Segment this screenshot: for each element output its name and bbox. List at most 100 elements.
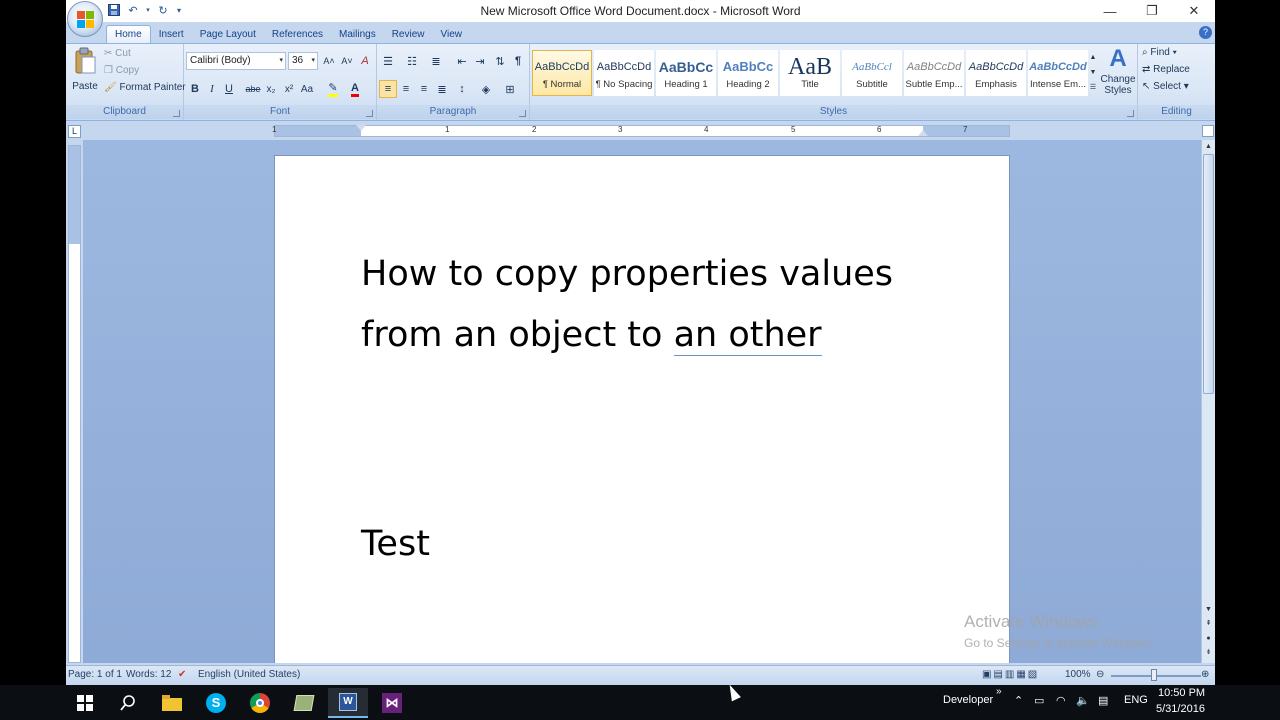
visual-studio-button[interactable]: ⋈ xyxy=(372,688,412,718)
document-page[interactable]: How to copy properties values from an ob… xyxy=(274,155,1010,663)
style-no-spacing[interactable]: AaBbCcDd ¶ No Spacing xyxy=(594,50,654,96)
multilevel-list-button[interactable]: ≣ xyxy=(427,52,445,70)
increase-indent-button[interactable]: ⇥ xyxy=(471,52,489,70)
shading-button[interactable]: ◈ xyxy=(477,80,495,98)
skype-button[interactable]: S xyxy=(196,688,236,718)
styles-scroll[interactable]: ▲ ▼ ☰ xyxy=(1088,50,1098,96)
bullets-button[interactable]: ☰ xyxy=(379,52,397,70)
volume-icon[interactable]: 🔈 xyxy=(1076,694,1090,707)
select-browse-object-icon[interactable]: ● xyxy=(1203,633,1214,645)
scroll-thumb[interactable] xyxy=(1203,154,1214,394)
replace-button[interactable]: ⇄ Replace xyxy=(1142,64,1190,75)
font-name-combo[interactable]: Calibri (Body) ▾ xyxy=(186,52,286,70)
word-taskbar-button[interactable]: W xyxy=(328,688,368,718)
italic-button[interactable]: I xyxy=(203,80,221,98)
battery-icon[interactable]: ▭ xyxy=(1034,694,1044,707)
style-title[interactable]: AaB Title xyxy=(780,50,840,96)
clear-formatting-button[interactable]: A xyxy=(356,52,374,70)
scroll-down-icon[interactable]: ▼ xyxy=(1203,604,1214,616)
tab-selector[interactable]: L xyxy=(68,125,81,138)
restore-button[interactable]: ❐ xyxy=(1131,0,1173,22)
developer-toolbar[interactable]: Developer xyxy=(943,694,993,706)
tab-page-layout[interactable]: Page Layout xyxy=(192,26,264,44)
tab-references[interactable]: References xyxy=(264,26,331,44)
paragraph-launcher-icon[interactable] xyxy=(519,110,526,117)
zoom-out-icon[interactable]: ⊖ xyxy=(1096,669,1104,680)
zoom-in-icon[interactable]: ⊕ xyxy=(1201,669,1209,680)
style-normal[interactable]: AaBbCcDd ¶ Normal xyxy=(532,50,592,96)
previous-page-icon[interactable]: ⇞ xyxy=(1203,618,1214,630)
document-test-text[interactable]: Test xyxy=(361,524,430,564)
vertical-scrollbar[interactable]: ▲ ▼ ⇞ ● ⇟ xyxy=(1201,140,1215,663)
office-button[interactable] xyxy=(67,1,103,37)
cut-button[interactable]: ✂ Cut xyxy=(104,48,131,59)
strikethrough-button[interactable]: abe xyxy=(244,80,262,98)
tab-mailings[interactable]: Mailings xyxy=(331,26,384,44)
numbering-button[interactable]: ☷ xyxy=(403,52,421,70)
select-button[interactable]: ↖ Select ▾ xyxy=(1142,81,1189,92)
chrome-button[interactable] xyxy=(240,688,280,718)
tab-home[interactable]: Home xyxy=(106,25,151,44)
ruler-track[interactable]: 1 1 2 3 4 5 6 7 xyxy=(272,125,1010,137)
document-heading-text[interactable]: How to copy properties values from an ob… xyxy=(361,244,961,366)
style-intense-emphasis[interactable]: AaBbCcDd Intense Em... xyxy=(1028,50,1088,96)
zoom-level[interactable]: 100% xyxy=(1065,669,1091,680)
page-count[interactable]: Page: 1 of 1 xyxy=(68,669,122,680)
change-case-button[interactable]: Aa xyxy=(298,80,316,98)
close-button[interactable]: ✕ xyxy=(1173,0,1215,22)
style-subtle-emphasis[interactable]: AaBbCcDd Subtle Emp... xyxy=(904,50,964,96)
file-explorer-button[interactable] xyxy=(152,688,192,718)
tab-insert[interactable]: Insert xyxy=(151,26,192,44)
bold-button[interactable]: B xyxy=(186,80,204,98)
font-launcher-icon[interactable] xyxy=(366,110,373,117)
left-indent-marker[interactable] xyxy=(356,125,366,131)
grow-font-button[interactable]: A˄ xyxy=(320,52,338,70)
line-spacing-button[interactable]: ↕ xyxy=(453,80,471,98)
toolbar-expand-icon[interactable]: » xyxy=(996,686,1002,697)
styles-launcher-icon[interactable] xyxy=(1127,110,1134,117)
right-indent-marker[interactable] xyxy=(918,130,928,136)
highlight-button[interactable]: ✎ xyxy=(324,80,342,98)
format-painter-button[interactable]: 🖌 Format Painter xyxy=(104,82,186,93)
sort-button[interactable]: ⇅ xyxy=(491,52,509,70)
style-heading-1[interactable]: AaBbCc Heading 1 xyxy=(656,50,716,96)
font-size-combo[interactable]: 36 ▾ xyxy=(288,52,318,70)
font-color-button[interactable]: A xyxy=(346,80,364,98)
align-right-button[interactable]: ≡ xyxy=(415,80,433,98)
help-icon[interactable]: ? xyxy=(1199,26,1212,39)
superscript-button[interactable]: x² xyxy=(280,80,298,98)
input-language[interactable]: ENG xyxy=(1124,694,1148,706)
language-indicator[interactable]: English (United States) xyxy=(198,669,300,680)
borders-button[interactable]: ⊞ xyxy=(501,80,519,98)
change-styles-button[interactable]: A Change Styles xyxy=(1098,44,1138,104)
clock-date[interactable]: 5/31/2016 xyxy=(1156,703,1205,715)
find-button[interactable]: ⌕ Find ▾ xyxy=(1142,47,1177,58)
clock-time[interactable]: 10:50 PM xyxy=(1158,687,1205,699)
wifi-icon[interactable]: ◠ xyxy=(1056,694,1066,707)
subscript-button[interactable]: x₂ xyxy=(262,80,280,98)
align-left-button[interactable]: ≡ xyxy=(379,80,397,98)
shrink-font-button[interactable]: A˅ xyxy=(338,52,356,70)
style-emphasis[interactable]: AaBbCcDd Emphasis xyxy=(966,50,1026,96)
app-button[interactable] xyxy=(284,688,324,718)
decrease-indent-button[interactable]: ⇤ xyxy=(453,52,471,70)
show-marks-button[interactable]: ¶ xyxy=(509,52,527,70)
proofing-icon[interactable]: ✔ xyxy=(178,669,186,680)
next-page-icon[interactable]: ⇟ xyxy=(1203,647,1214,659)
view-ruler-icon[interactable] xyxy=(1202,125,1214,137)
start-button[interactable] xyxy=(65,688,105,718)
tab-review[interactable]: Review xyxy=(384,26,433,44)
vertical-ruler[interactable] xyxy=(68,145,81,663)
justify-button[interactable]: ≣ xyxy=(433,80,451,98)
paste-button[interactable]: Paste xyxy=(70,47,100,97)
view-buttons[interactable]: ▣▤▥▦▧ xyxy=(982,669,1039,680)
tray-overflow-icon[interactable]: ⌃ xyxy=(1014,694,1023,707)
word-count[interactable]: Words: 12 xyxy=(126,669,171,680)
scroll-up-icon[interactable]: ▲ xyxy=(1203,141,1214,153)
style-subtitle[interactable]: AaBbCcl Subtitle xyxy=(842,50,902,96)
align-center-button[interactable]: ≡ xyxy=(397,80,415,98)
action-center-icon[interactable]: ▤ xyxy=(1098,694,1108,707)
style-heading-2[interactable]: AaBbCc Heading 2 xyxy=(718,50,778,96)
underline-button[interactable]: U xyxy=(220,80,238,98)
minimize-button[interactable]: — xyxy=(1089,0,1131,22)
